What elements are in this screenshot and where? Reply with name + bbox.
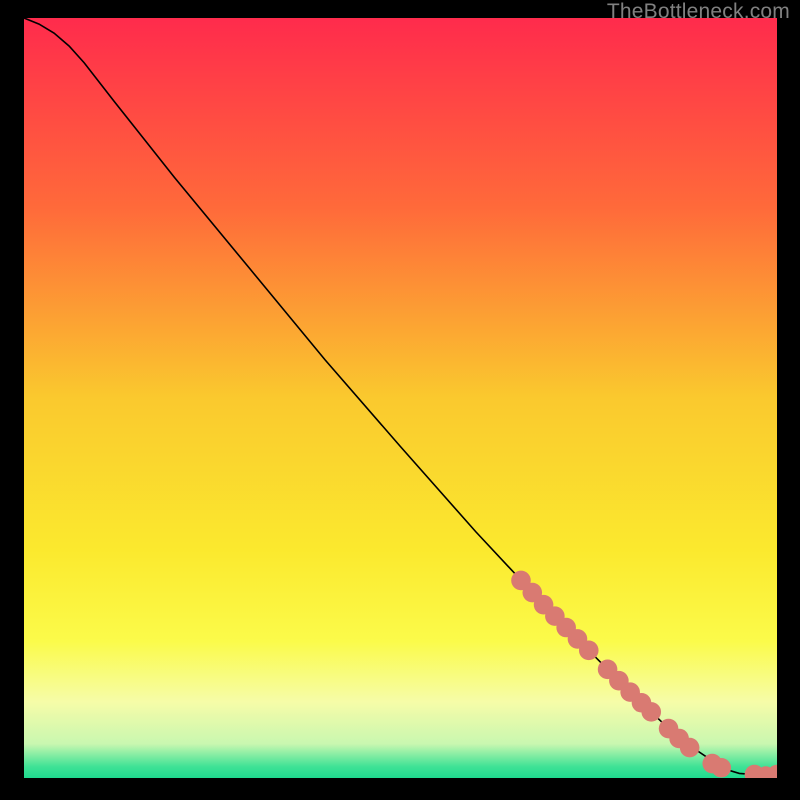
scatter-point — [641, 702, 661, 722]
scatter-point — [711, 758, 731, 778]
scatter-point — [680, 738, 700, 758]
chart-svg — [24, 18, 777, 778]
scatter-point — [579, 641, 599, 661]
chart-stage: TheBottleneck.com — [0, 0, 800, 800]
plot-area — [24, 18, 777, 778]
gradient-background — [24, 18, 777, 778]
